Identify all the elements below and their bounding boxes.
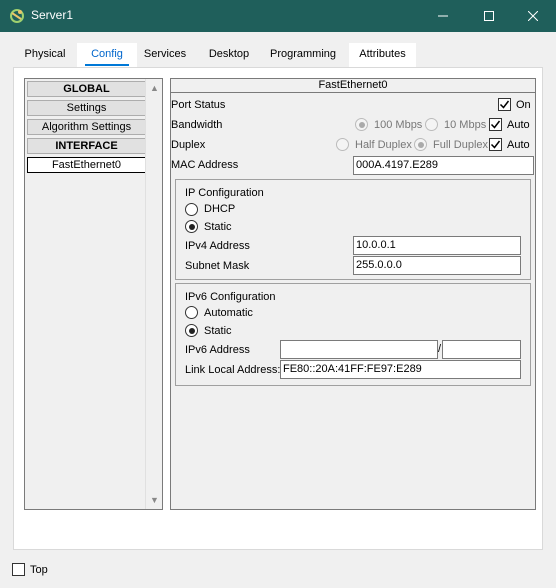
check-icon — [490, 140, 501, 149]
tab-services[interactable]: Services — [137, 43, 193, 67]
active-tab-indicator — [85, 64, 129, 66]
tab-attributes[interactable]: Attributes — [349, 43, 416, 67]
duplex-full-label: Full Duplex — [433, 139, 489, 151]
ipv6-static-radio[interactable] — [185, 324, 198, 337]
tab-bar: Physical Config Services Desktop Program… — [13, 43, 433, 67]
chevron-up-icon[interactable]: ▲ — [150, 83, 159, 93]
nav-item-settings[interactable]: Settings — [27, 100, 146, 116]
duplex-auto-checkbox[interactable] — [489, 138, 502, 151]
dhcp-label: DHCP — [204, 203, 236, 215]
top-label: Top — [30, 564, 48, 576]
nav-item-algorithm-settings[interactable]: Algorithm Settings — [27, 119, 146, 135]
duplex-auto-label: Auto — [507, 139, 530, 151]
tab-label: Physical — [24, 48, 66, 60]
nav-header-interface[interactable]: INTERFACE — [27, 138, 146, 154]
subnet-mask-field[interactable]: 255.0.0.0 — [353, 256, 521, 275]
tab-label: Desktop — [208, 48, 250, 60]
tab-desktop[interactable]: Desktop — [199, 43, 259, 67]
packet-tracer-icon — [9, 8, 25, 24]
ipv6-address-label: IPv6 Address — [185, 344, 250, 356]
ipv6-static-label: Static — [204, 325, 232, 337]
nav-scrollbar[interactable]: ▲ ▼ — [145, 79, 162, 509]
subnet-mask-label: Subnet Mask — [185, 260, 250, 272]
tab-physical[interactable]: Physical — [13, 43, 77, 67]
close-icon — [528, 11, 538, 21]
close-button[interactable] — [510, 0, 556, 32]
minimize-button[interactable] — [420, 0, 466, 32]
chevron-down-icon[interactable]: ▼ — [150, 495, 159, 505]
maximize-icon — [484, 11, 494, 21]
maximize-button[interactable] — [466, 0, 512, 32]
bandwidth-label: Bandwidth — [171, 119, 223, 131]
bandwidth-auto-label: Auto — [507, 119, 530, 131]
bandwidth-auto-checkbox[interactable] — [489, 118, 502, 131]
mac-address-field[interactable]: 000A.4197.E289 — [353, 156, 534, 175]
prefix-separator: / — [438, 343, 442, 355]
top-checkbox[interactable] — [12, 563, 25, 576]
automatic-label: Automatic — [204, 307, 253, 319]
duplex-label: Duplex — [171, 139, 206, 151]
port-status-on-label: On — [516, 99, 531, 111]
bandwidth-100-radio[interactable] — [355, 118, 368, 131]
left-nav: GLOBAL Settings Algorithm Settings INTER… — [24, 78, 163, 510]
duplex-half-label: Half Duplex — [355, 139, 412, 151]
bandwidth-10-radio[interactable] — [425, 118, 438, 131]
window-title: Server1 — [31, 8, 74, 22]
tab-label: Services — [143, 48, 187, 60]
automatic-radio[interactable] — [185, 306, 198, 319]
check-icon — [490, 120, 501, 129]
check-icon — [499, 100, 510, 109]
bandwidth-100-label: 100 Mbps — [374, 119, 423, 131]
static-radio[interactable] — [185, 220, 198, 233]
mac-address-label: MAC Address — [171, 159, 239, 171]
dhcp-radio[interactable] — [185, 203, 198, 216]
tab-programming[interactable]: Programming — [263, 43, 343, 67]
link-local-address-field[interactable]: FE80::20A:41FF:FE97:E289 — [280, 360, 521, 379]
ipv4-address-label: IPv4 Address — [185, 240, 250, 252]
minimize-icon — [438, 15, 448, 17]
link-local-address-label: Link Local Address: — [185, 364, 281, 376]
tab-label: Programming — [269, 48, 337, 60]
nav-item-fastethernet0[interactable]: FastEthernet0 — [27, 157, 146, 173]
ip-configuration-title: IP Configuration — [185, 187, 264, 199]
ipv6-prefix-field[interactable] — [442, 340, 521, 359]
static-label: Static — [204, 221, 232, 233]
nav-header-global[interactable]: GLOBAL — [27, 81, 146, 97]
ipv6-address-field[interactable] — [280, 340, 438, 359]
ipv4-address-field[interactable]: 10.0.0.1 — [353, 236, 521, 255]
duplex-half-radio[interactable] — [336, 138, 349, 151]
ipv6-configuration-title: IPv6 Configuration — [185, 291, 276, 303]
tab-label: Config — [91, 48, 123, 60]
tab-config[interactable]: Config — [77, 43, 137, 67]
port-status-on-checkbox[interactable] — [498, 98, 511, 111]
port-status-label: Port Status — [171, 99, 226, 111]
tab-label: Attributes — [359, 48, 406, 60]
panel-title: FastEthernet0 — [171, 79, 535, 93]
duplex-full-radio[interactable] — [414, 138, 427, 151]
bandwidth-10-label: 10 Mbps — [444, 119, 487, 131]
